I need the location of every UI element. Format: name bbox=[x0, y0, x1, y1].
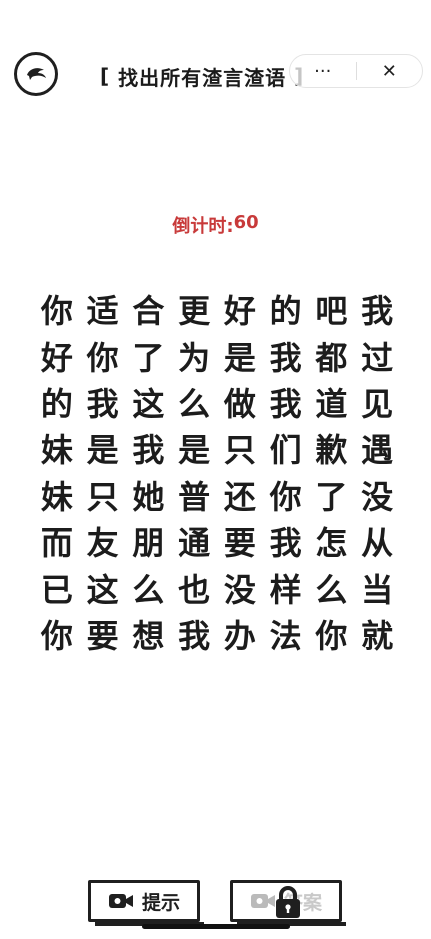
video-camera-icon bbox=[108, 894, 133, 908]
grid-cell-r8-c3[interactable]: 想 bbox=[126, 611, 172, 657]
more-icon: ··· bbox=[314, 60, 332, 82]
more-button[interactable]: ··· bbox=[290, 55, 356, 87]
grid-cell-r7-c8[interactable]: 当 bbox=[354, 564, 400, 610]
grid-cell-r6-c4[interactable]: 通 bbox=[171, 518, 217, 564]
grid-cell-r1-c5[interactable]: 好 bbox=[217, 286, 263, 332]
grid-cell-r2-c2[interactable]: 你 bbox=[80, 332, 126, 378]
mini-program-capsule: ··· ✕ bbox=[289, 54, 423, 88]
grid-cell-r2-c4[interactable]: 为 bbox=[171, 332, 217, 378]
grid-cell-r5-c7[interactable]: 了 bbox=[309, 472, 355, 518]
grid-cell-r3-c8[interactable]: 见 bbox=[354, 379, 400, 425]
grid-cell-r7-c1[interactable]: 已 bbox=[34, 564, 80, 610]
answer-button[interactable]: 答案 bbox=[230, 880, 346, 926]
grid-cell-r1-c1[interactable]: 你 bbox=[34, 286, 80, 332]
lock-icon bbox=[276, 886, 300, 918]
grid-cell-r5-c1[interactable]: 妹 bbox=[34, 472, 80, 518]
grid-cell-r7-c4[interactable]: 也 bbox=[171, 564, 217, 610]
close-button[interactable]: ✕ bbox=[357, 55, 423, 87]
grid-cell-r8-c4[interactable]: 我 bbox=[171, 611, 217, 657]
grid-cell-r6-c7[interactable]: 怎 bbox=[309, 518, 355, 564]
grid-cell-r8-c7[interactable]: 你 bbox=[309, 611, 355, 657]
grid-cell-r8-c6[interactable]: 法 bbox=[263, 611, 309, 657]
grid-cell-r5-c6[interactable]: 你 bbox=[263, 472, 309, 518]
grid-cell-r6-c5[interactable]: 要 bbox=[217, 518, 263, 564]
grid-cell-r3-c5[interactable]: 做 bbox=[217, 379, 263, 425]
title-text: 找出所有渣言渣语 bbox=[118, 65, 287, 90]
grid-cell-r3-c3[interactable]: 这 bbox=[126, 379, 172, 425]
title-bracket-left: [ bbox=[100, 64, 111, 88]
grid-cell-r8-c8[interactable]: 就 bbox=[354, 611, 400, 657]
countdown-timer: 倒计时: 60 bbox=[0, 212, 431, 238]
grid-cell-r7-c7[interactable]: 么 bbox=[309, 564, 355, 610]
grid-cell-r5-c2[interactable]: 只 bbox=[80, 472, 126, 518]
grid-cell-r2-c6[interactable]: 我 bbox=[263, 332, 309, 378]
close-icon: ✕ bbox=[381, 60, 397, 82]
grid-cell-r3-c7[interactable]: 道 bbox=[309, 379, 355, 425]
grid-cell-r2-c8[interactable]: 过 bbox=[354, 332, 400, 378]
grid-cell-r7-c5[interactable]: 没 bbox=[217, 564, 263, 610]
grid-cell-r7-c6[interactable]: 样 bbox=[263, 564, 309, 610]
grid-cell-r1-c7[interactable]: 吧 bbox=[309, 286, 355, 332]
grid-cell-r3-c1[interactable]: 的 bbox=[34, 379, 80, 425]
back-icon bbox=[27, 68, 46, 80]
grid-cell-r5-c4[interactable]: 普 bbox=[171, 472, 217, 518]
timer-label: 倒计时: bbox=[172, 216, 234, 237]
grid-cell-r8-c2[interactable]: 要 bbox=[80, 611, 126, 657]
hint-button[interactable]: 提示 bbox=[88, 880, 204, 926]
grid-cell-r4-c7[interactable]: 歉 bbox=[309, 425, 355, 471]
grid-cell-r6-c8[interactable]: 从 bbox=[354, 518, 400, 564]
back-button[interactable] bbox=[14, 52, 58, 96]
grid-cell-r6-c1[interactable]: 而 bbox=[34, 518, 80, 564]
grid-cell-r6-c3[interactable]: 朋 bbox=[126, 518, 172, 564]
grid-cell-r2-c3[interactable]: 了 bbox=[126, 332, 172, 378]
timer-value: 60 bbox=[233, 212, 259, 233]
grid-cell-r1-c2[interactable]: 适 bbox=[80, 286, 126, 332]
page-title: [ 找出所有渣言渣语 ] bbox=[92, 58, 312, 94]
grid-cell-r1-c6[interactable]: 的 bbox=[263, 286, 309, 332]
grid-cell-r2-c7[interactable]: 都 bbox=[309, 332, 355, 378]
grid-cell-r2-c1[interactable]: 好 bbox=[34, 332, 80, 378]
grid-cell-r6-c6[interactable]: 我 bbox=[263, 518, 309, 564]
grid-cell-r4-c4[interactable]: 是 bbox=[171, 425, 217, 471]
grid-cell-r1-c3[interactable]: 合 bbox=[126, 286, 172, 332]
grid-cell-r4-c1[interactable]: 妹 bbox=[34, 425, 80, 471]
grid-cell-r4-c6[interactable]: 们 bbox=[263, 425, 309, 471]
grid-cell-r8-c5[interactable]: 办 bbox=[217, 611, 263, 657]
grid-cell-r4-c3[interactable]: 我 bbox=[126, 425, 172, 471]
grid-cell-r3-c6[interactable]: 我 bbox=[263, 379, 309, 425]
grid-cell-r1-c8[interactable]: 我 bbox=[354, 286, 400, 332]
grid-cell-r7-c2[interactable]: 这 bbox=[80, 564, 126, 610]
grid-cell-r3-c4[interactable]: 么 bbox=[171, 379, 217, 425]
grid-cell-r2-c5[interactable]: 是 bbox=[217, 332, 263, 378]
grid-cell-r5-c5[interactable]: 还 bbox=[217, 472, 263, 518]
home-indicator bbox=[142, 924, 290, 929]
grid-cell-r6-c2[interactable]: 友 bbox=[80, 518, 126, 564]
grid-cell-r1-c4[interactable]: 更 bbox=[171, 286, 217, 332]
grid-cell-r5-c8[interactable]: 没 bbox=[354, 472, 400, 518]
grid-cell-r4-c8[interactable]: 遇 bbox=[354, 425, 400, 471]
grid-cell-r3-c2[interactable]: 我 bbox=[80, 379, 126, 425]
grid-cell-r4-c5[interactable]: 只 bbox=[217, 425, 263, 471]
grid-cell-r4-c2[interactable]: 是 bbox=[80, 425, 126, 471]
grid-cell-r7-c3[interactable]: 么 bbox=[126, 564, 172, 610]
hint-button-label: 提示 bbox=[141, 891, 180, 914]
grid-cell-r5-c3[interactable]: 她 bbox=[126, 472, 172, 518]
character-grid: 你适合更好的吧我好你了为是我都过的我这么做我道见妹是我是只们歉遇妹只她普还你了没… bbox=[34, 286, 400, 657]
grid-cell-r8-c1[interactable]: 你 bbox=[34, 611, 80, 657]
